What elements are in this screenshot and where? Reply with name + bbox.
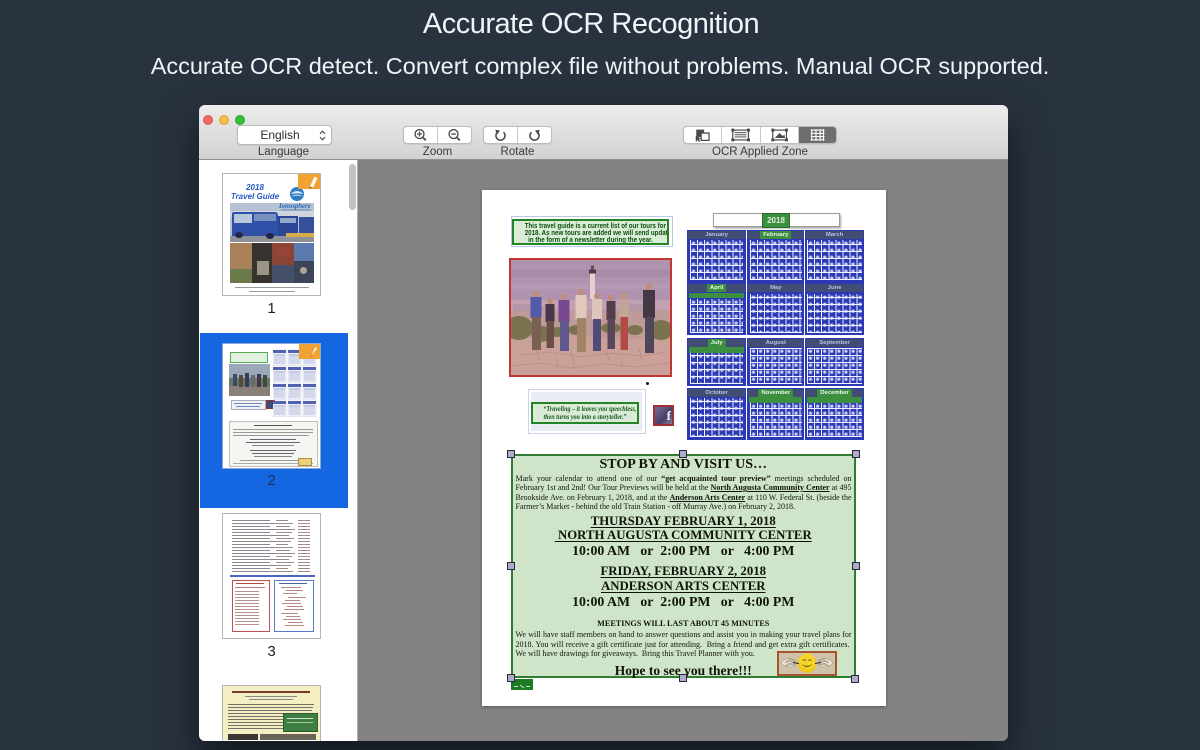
svg-text:Ionosphere: Ionosphere: [278, 203, 311, 210]
